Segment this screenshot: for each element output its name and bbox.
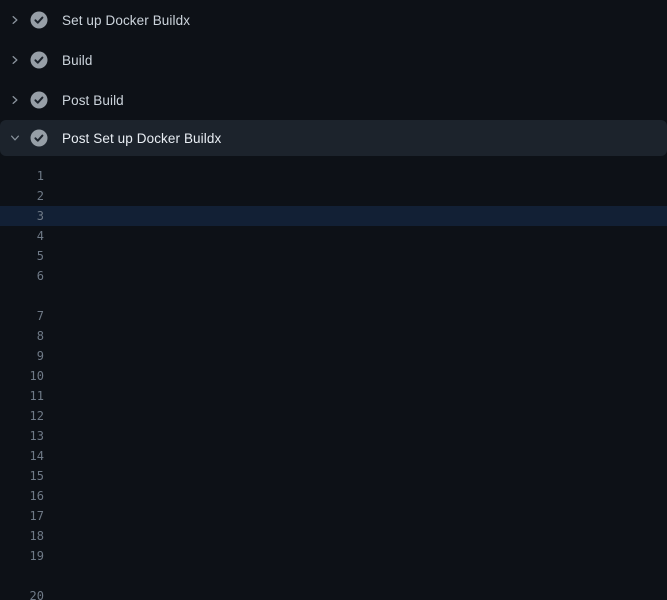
line-number[interactable]: 11 [0, 386, 44, 406]
line-number[interactable]: 17 [0, 506, 44, 526]
step-header-3[interactable]: Post Set up Docker Buildx [0, 120, 667, 156]
line-number[interactable]: 4 [0, 226, 44, 246]
log-line: linux/riscv64 linux/ppc64le linux/s390x … [0, 286, 667, 306]
line-number[interactable]: 15 [0, 466, 44, 486]
chevron-right-icon [8, 53, 22, 67]
line-number[interactable]: 2 [0, 186, 44, 206]
log-line: 7 time="2021-04-23T18:02:37Z" level=warn… [0, 306, 667, 326]
line-number[interactable]: 13 [0, 426, 44, 446]
step-title: Set up Docker Buildx [62, 13, 190, 28]
log-line: 6 time="2021-04-23T18:02:37Z" level=info… [0, 266, 667, 286]
log-line: 3 /usr/bin/docker logs buildx_buildkit_b… [0, 206, 667, 226]
log-line: 12 time="2021-04-23T18:02:38Z" level=deb… [0, 406, 667, 426]
chevron-down-icon [8, 131, 22, 145]
log-line: 1 Post job cleanup. [0, 166, 667, 186]
step-title: Post Build [62, 93, 124, 108]
line-number[interactable]: 6 [0, 266, 44, 286]
log-line: 5 time="2021-04-23T18:02:37Z" level=warn… [0, 246, 667, 266]
step-title: Build [62, 53, 93, 68]
chevron-right-icon [8, 13, 22, 27]
line-number[interactable]: 12 [0, 406, 44, 426]
log-line: 8 time="2021-04-23T18:02:37Z" level=info… [0, 326, 667, 346]
line-number[interactable]: 9 [0, 346, 44, 366]
log-line: 19 time="2021-04-23T18:02:38Z" level=deb… [0, 546, 667, 566]
line-number[interactable]: 7 [0, 306, 44, 326]
log-line: 10 time="2021-04-23T18:02:37Z" level=inf… [0, 366, 667, 386]
log-line: 11 time="2021-04-23T18:02:38Z" level=deb… [0, 386, 667, 406]
step-list: Set up Docker Buildx Build [0, 0, 667, 156]
step-header-2[interactable]: Post Build [0, 80, 667, 120]
line-number[interactable]: 14 [0, 446, 44, 466]
line-number[interactable]: 5 [0, 246, 44, 266]
check-circle-icon [30, 11, 48, 29]
log-line: 20 time="2021-04-23T18:02:38Z" level=deb… [0, 586, 667, 600]
step-header-1[interactable]: Build [0, 40, 667, 80]
line-number[interactable]: 10 [0, 366, 44, 386]
log-line: 13 time="2021-04-23T18:02:38Z" level=deb… [0, 426, 667, 446]
line-number[interactable]: 8 [0, 326, 44, 346]
check-circle-icon [30, 91, 48, 109]
line-number[interactable]: 18 [0, 526, 44, 546]
log-line: 17 time="2021-04-23T18:02:38Z" level=deb… [0, 506, 667, 526]
line-number[interactable]: 3 [0, 206, 44, 226]
log-output[interactable]: 1 Post job cleanup. 2 ▼ BuildKit contain… [0, 166, 667, 600]
check-circle-icon [30, 51, 48, 69]
log-line: 4 time="2021-04-23T18:02:37Z" level=info… [0, 226, 667, 246]
log-line: 15 time="2021-04-23T18:02:38Z" level=deb… [0, 466, 667, 486]
log-line: 14 time="2021-04-23T18:02:38Z" level=deb… [0, 446, 667, 466]
step-title: Post Set up Docker Buildx [62, 131, 221, 146]
line-number[interactable]: 19 [0, 546, 44, 566]
line-number[interactable]: 16 [0, 486, 44, 506]
line-number[interactable]: 20 [0, 586, 44, 600]
line-number[interactable]: 1 [0, 166, 44, 186]
log-line: 16 time="2021-04-23T18:02:38Z" level=deb… [0, 486, 667, 506]
step-header-0[interactable]: Set up Docker Buildx [0, 0, 667, 40]
check-circle-icon [30, 129, 48, 147]
log-line: application/vnd.oci.image.index.v1+json,… [0, 566, 667, 586]
actions-log-viewer: { "theme": { "background": "#0d1117", "e… [0, 0, 667, 600]
chevron-right-icon [8, 93, 22, 107]
log-line: 9 time="2021-04-23T18:02:37Z" level=warn… [0, 346, 667, 366]
log-line: 2 ▼ BuildKit container logs [0, 186, 667, 206]
log-line: 18 time="2021-04-23T18:02:38Z" level=deb… [0, 526, 667, 546]
